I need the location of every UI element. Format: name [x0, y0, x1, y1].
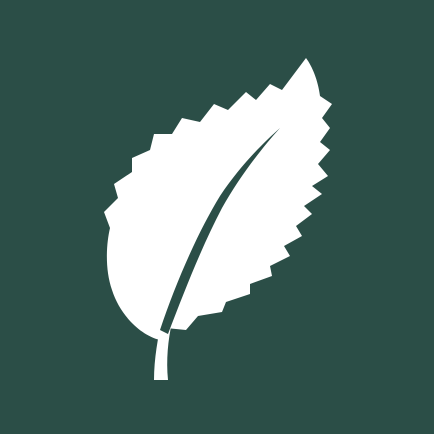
leaf-icon	[0, 0, 434, 434]
leaf-blade	[104, 58, 332, 340]
app-icon-background	[0, 0, 434, 434]
